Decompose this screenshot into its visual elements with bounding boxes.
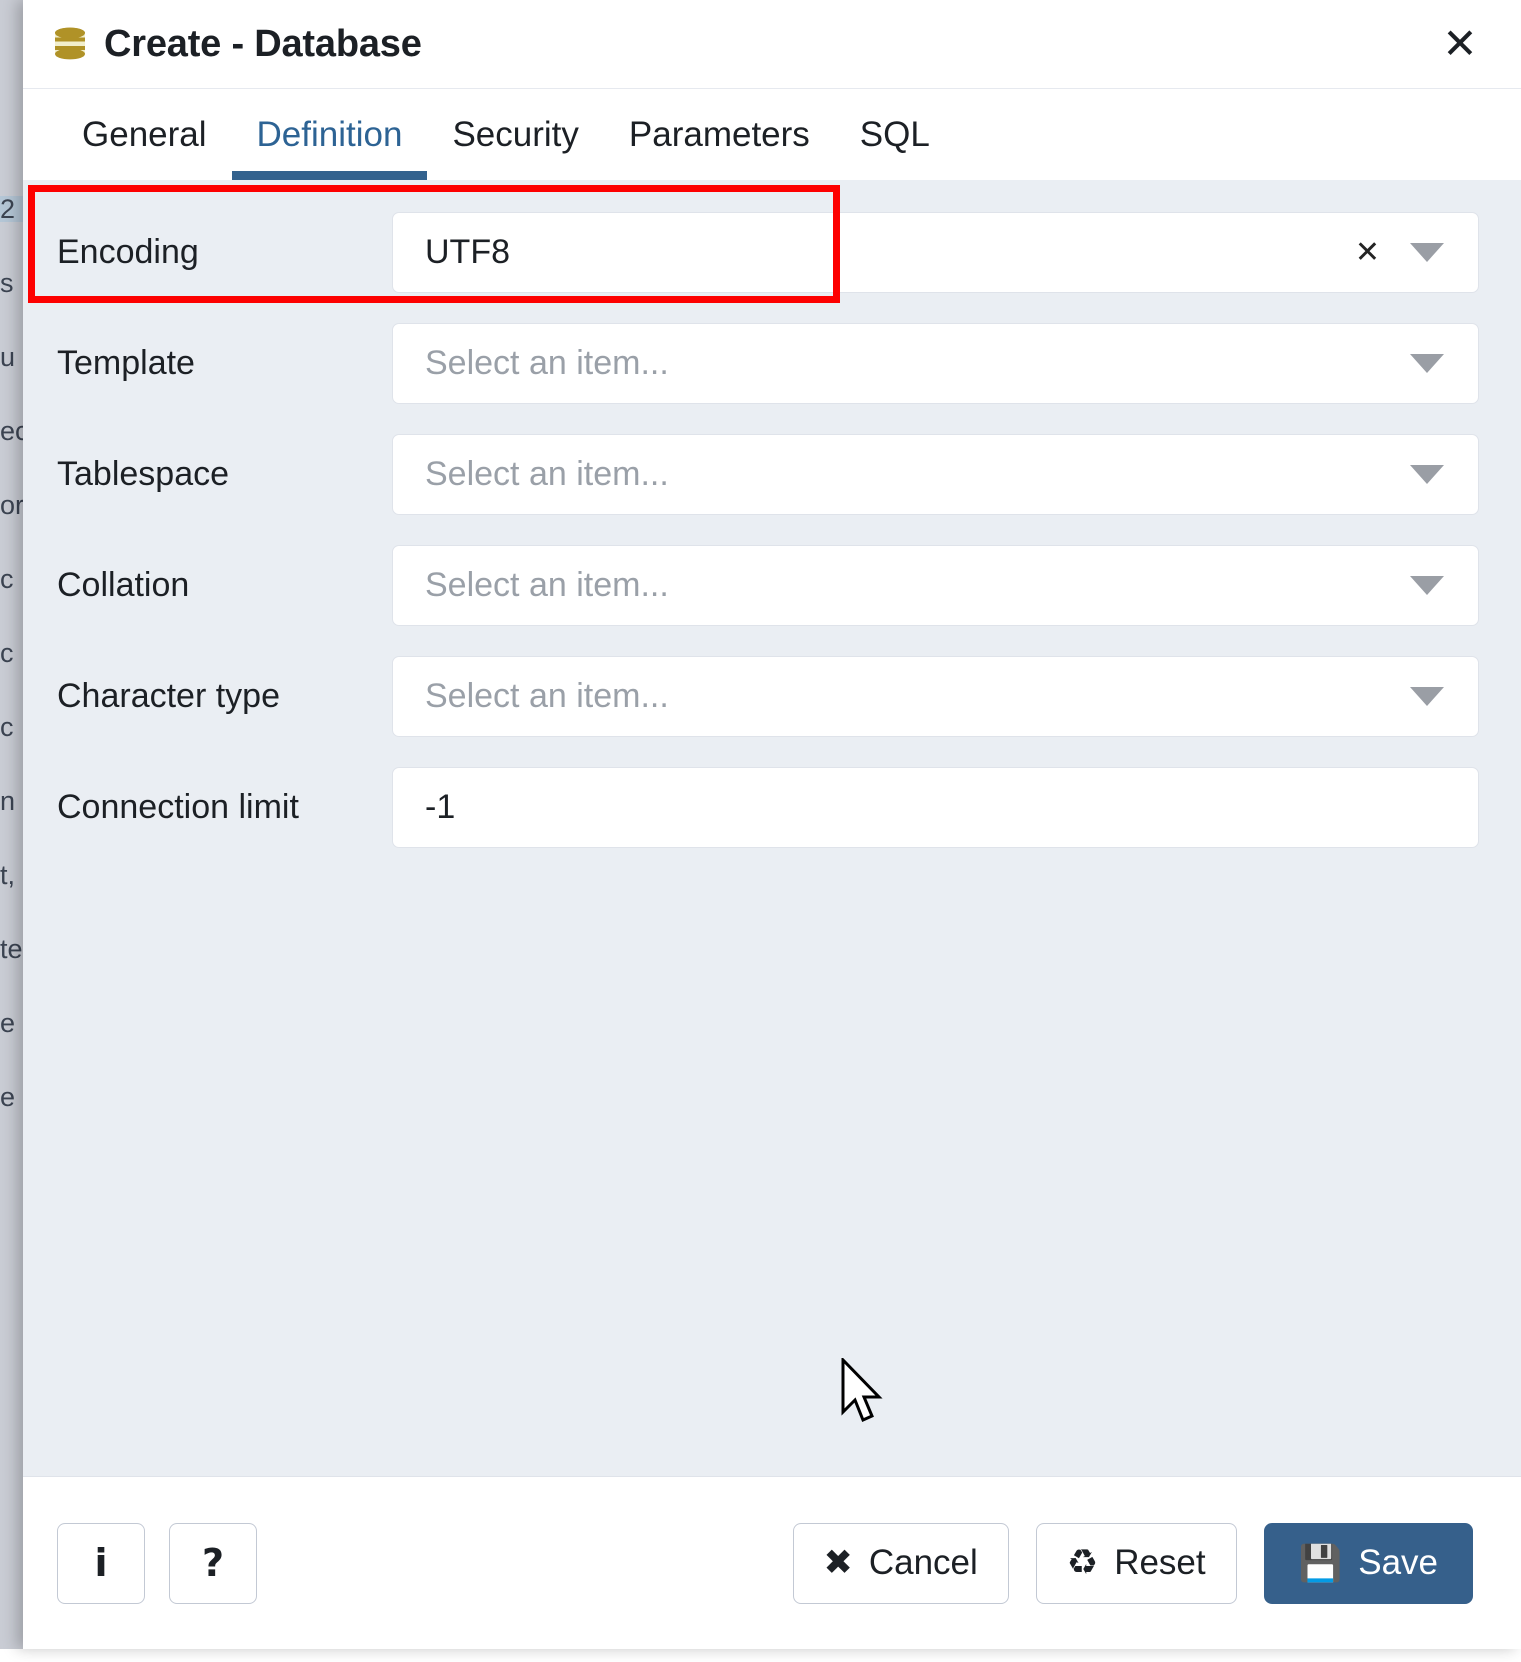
label-encoding: Encoding (57, 198, 392, 282)
info-button[interactable]: i (57, 1523, 145, 1604)
label-character-type: Character type (57, 642, 392, 726)
form-row-collation: Collation Select an item... (23, 531, 1521, 642)
form-row-tablespace: Tablespace Select an item... (23, 420, 1521, 531)
background-tree-strip: 2 s u ec or c c c n t, te e e (0, 0, 23, 1649)
tab-definition[interactable]: Definition (232, 89, 428, 180)
background-text-fragment: c (0, 566, 23, 592)
question-mark-icon: ? (202, 1541, 224, 1585)
help-button[interactable]: ? (169, 1523, 257, 1604)
form-row-template: Template Select an item... (23, 309, 1521, 420)
background-text-fragment: u (0, 344, 23, 370)
tab-label: General (82, 115, 207, 155)
tab-label: Parameters (629, 115, 810, 155)
chevron-down-icon-collation[interactable] (1410, 576, 1444, 595)
mouse-cursor (841, 1358, 887, 1428)
close-x-icon: ✖ (824, 1543, 853, 1583)
label-tablespace: Tablespace (57, 420, 392, 504)
close-icon[interactable]: ✕ (1433, 17, 1487, 71)
label-template: Template (57, 309, 392, 393)
database-icon (50, 24, 90, 64)
select-character-type[interactable]: Select an item... (392, 656, 1479, 737)
value-collation: Select an item... (425, 566, 1410, 605)
chevron-down-icon-tablespace[interactable] (1410, 465, 1444, 484)
background-text-fragment: s (0, 270, 23, 296)
background-text-fragment: e (0, 1010, 23, 1036)
background-text-fragment: c (0, 640, 23, 666)
dialog-title: Create - Database (104, 23, 1433, 66)
tab-security[interactable]: Security (427, 89, 603, 180)
select-encoding[interactable]: UTF8✕ (392, 212, 1479, 293)
cancel-button[interactable]: ✖ Cancel (793, 1523, 1009, 1604)
background-text-fragment: n (0, 788, 23, 814)
tab-parameters[interactable]: Parameters (604, 89, 835, 180)
background-text-fragment: e (0, 1084, 23, 1110)
label-collation: Collation (57, 531, 392, 615)
background-text-fragment: 2 (0, 196, 23, 222)
background-text-fragment: or (0, 492, 23, 518)
background-text-fragment: c (0, 714, 23, 740)
value-template: Select an item... (425, 344, 1410, 383)
dialog-title-bar: Create - Database ✕ (23, 0, 1521, 89)
clear-icon-encoding[interactable]: ✕ (1355, 238, 1380, 268)
form-row-encoding: EncodingUTF8✕ (23, 198, 1521, 309)
footer-action-group: ✖ Cancel ♻ Reset 💾 Save (793, 1523, 1473, 1604)
reset-button[interactable]: ♻ Reset (1036, 1523, 1237, 1604)
background-text-fragment: te (0, 936, 23, 962)
reset-button-label: Reset (1114, 1543, 1205, 1583)
value-connection-limit: -1 (425, 788, 1458, 827)
form-row-character-type: Character type Select an item... (23, 642, 1521, 753)
floppy-disk-icon: 💾 (1299, 1543, 1343, 1584)
select-collation[interactable]: Select an item... (392, 545, 1479, 626)
value-character-type: Select an item... (425, 677, 1410, 716)
tab-label: Security (452, 115, 578, 155)
create-database-dialog: Create - Database ✕ General Definition Sec… (23, 0, 1521, 1649)
select-template[interactable]: Select an item... (392, 323, 1479, 404)
background-text-fragment: ec (0, 418, 23, 444)
tab-label: Definition (257, 115, 403, 155)
dialog-footer: i ? ✖ Cancel ♻ Reset 💾 Save (23, 1476, 1521, 1649)
label-connection-limit: Connection limit (57, 753, 392, 837)
tab-general[interactable]: General (57, 89, 232, 180)
cancel-button-label: Cancel (869, 1543, 978, 1583)
save-button[interactable]: 💾 Save (1264, 1523, 1473, 1604)
chevron-down-icon-encoding[interactable] (1410, 243, 1444, 262)
select-tablespace[interactable]: Select an item... (392, 434, 1479, 515)
chevron-down-icon-character-type[interactable] (1410, 687, 1444, 706)
tab-label: SQL (860, 115, 930, 155)
tab-bar: General Definition Security Parameters SQL (23, 89, 1521, 180)
input-connection-limit[interactable]: -1 (392, 767, 1479, 848)
chevron-down-icon-template[interactable] (1410, 354, 1444, 373)
form-row-connection-limit: Connection limit -1 (23, 753, 1521, 864)
value-encoding: UTF8 (425, 233, 1355, 272)
tab-sql[interactable]: SQL (835, 89, 955, 180)
background-text-fragment: t, (0, 862, 23, 888)
definition-form: EncodingUTF8✕TemplateSelect an item...Ta… (23, 180, 1521, 1476)
info-icon: i (94, 1541, 107, 1585)
save-button-label: Save (1358, 1543, 1438, 1583)
value-tablespace: Select an item... (425, 455, 1410, 494)
recycle-icon: ♻ (1067, 1543, 1098, 1583)
